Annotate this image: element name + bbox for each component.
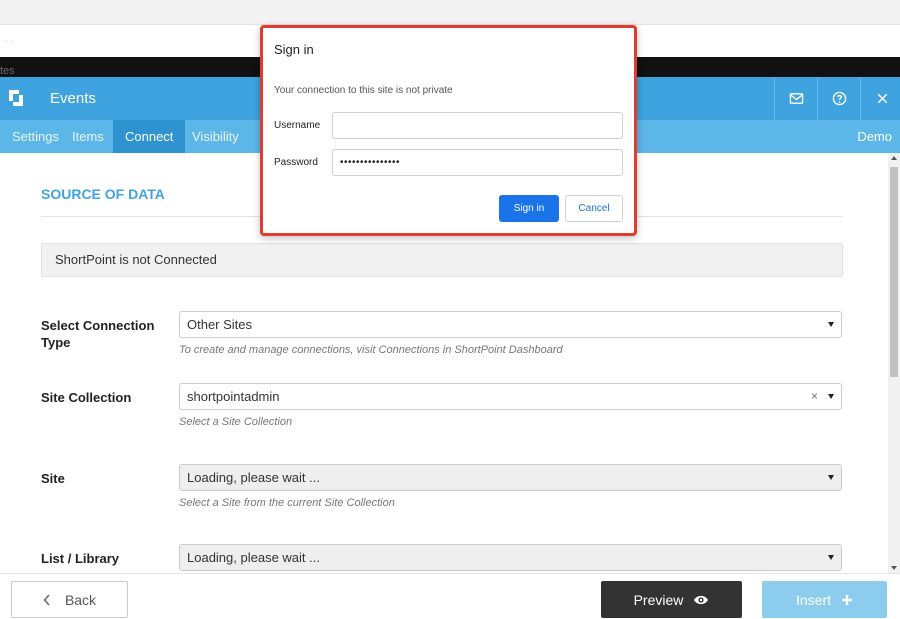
dialog-title: Sign in: [274, 42, 314, 57]
connection-type-label: Select Connection Type: [41, 318, 155, 350]
sign-in-dialog: Sign in Your connection to this site is …: [260, 25, 637, 236]
username-label: Username: [274, 120, 321, 131]
eye-icon: [694, 595, 709, 604]
content-scrollbar[interactable]: [888, 153, 900, 573]
preview-label: Preview: [633, 591, 684, 608]
plus-icon: [842, 594, 852, 605]
list-library-select[interactable]: Loading, please wait ...: [179, 544, 842, 571]
mail-icon: [789, 93, 803, 104]
section-title: SOURCE OF DATA: [41, 186, 165, 202]
chevron-left-icon: [43, 593, 50, 606]
connection-type-help: To create and manage connections, visit …: [179, 344, 563, 356]
site-collection-value: shortpointadmin: [187, 389, 280, 404]
close-icon: [877, 93, 887, 104]
browser-tab-strip: [0, 0, 900, 25]
scroll-thumb[interactable]: [890, 167, 898, 377]
help-circle-icon: [832, 91, 846, 106]
sign-in-button[interactable]: Sign in: [499, 195, 559, 222]
close-button[interactable]: [860, 77, 900, 120]
username-field[interactable]: [332, 112, 623, 139]
password-label: Password: [274, 157, 318, 168]
back-label: Back: [64, 591, 97, 608]
site-value: Loading, please wait ...: [187, 470, 320, 485]
chevron-down-icon: [828, 322, 834, 327]
back-button[interactable]: Back: [11, 581, 128, 618]
site-select[interactable]: Loading, please wait ...: [179, 464, 842, 491]
connection-type-select[interactable]: Other Sites: [179, 311, 842, 338]
site-collection-label: Site Collection: [41, 390, 132, 405]
shortpoint-logo-icon: [9, 90, 23, 106]
chevron-down-icon: [828, 475, 834, 480]
browser-dots: · ·: [5, 37, 13, 46]
tab-visibility[interactable]: Visibility: [180, 120, 251, 153]
footer-bar: Back Preview Insert: [0, 573, 900, 619]
chevron-down-icon: [828, 394, 834, 399]
site-collection-help: Select a Site Collection: [179, 416, 293, 428]
chevron-down-icon: [828, 555, 834, 560]
list-library-label: List / Library: [41, 551, 120, 566]
demo-label[interactable]: Demo: [857, 120, 892, 153]
scroll-down-icon[interactable]: [891, 566, 897, 570]
app-title: Events: [50, 90, 96, 107]
clear-selection-icon[interactable]: ×: [811, 384, 818, 409]
list-library-value: Loading, please wait ...: [187, 550, 320, 565]
connection-status: ShortPoint is not Connected: [41, 243, 843, 277]
site-label: Site: [41, 471, 65, 486]
tab-items[interactable]: Items: [60, 120, 116, 153]
tab-connect[interactable]: Connect: [113, 120, 186, 153]
site-help: Select a Site from the current Site Coll…: [179, 497, 395, 509]
insert-label: Insert: [795, 591, 831, 608]
scroll-up-icon[interactable]: [891, 156, 897, 160]
connection-type-value: Other Sites: [187, 317, 253, 332]
preview-button[interactable]: Preview: [601, 581, 742, 618]
cancel-button[interactable]: Cancel: [565, 195, 623, 222]
password-field[interactable]: •••••••••••••••: [332, 149, 623, 176]
partial-text: tes: [0, 65, 15, 77]
insert-button[interactable]: Insert: [762, 581, 887, 618]
mail-button[interactable]: [774, 77, 817, 120]
dialog-message: Your connection to this site is not priv…: [274, 85, 453, 96]
site-collection-select[interactable]: shortpointadmin ×: [179, 383, 842, 410]
help-button[interactable]: [817, 77, 860, 120]
